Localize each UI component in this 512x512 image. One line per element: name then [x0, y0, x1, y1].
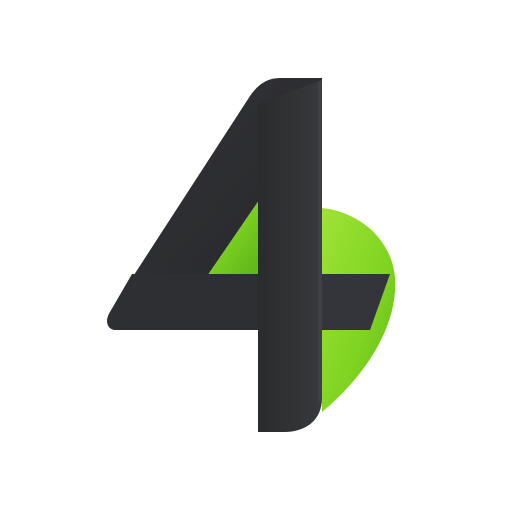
four-numeral-logo-icon: [107, 78, 396, 432]
vertical-stem-shape: [258, 80, 322, 432]
stem-highlight-shape: [318, 80, 322, 404]
logo-canvas: [0, 0, 512, 512]
